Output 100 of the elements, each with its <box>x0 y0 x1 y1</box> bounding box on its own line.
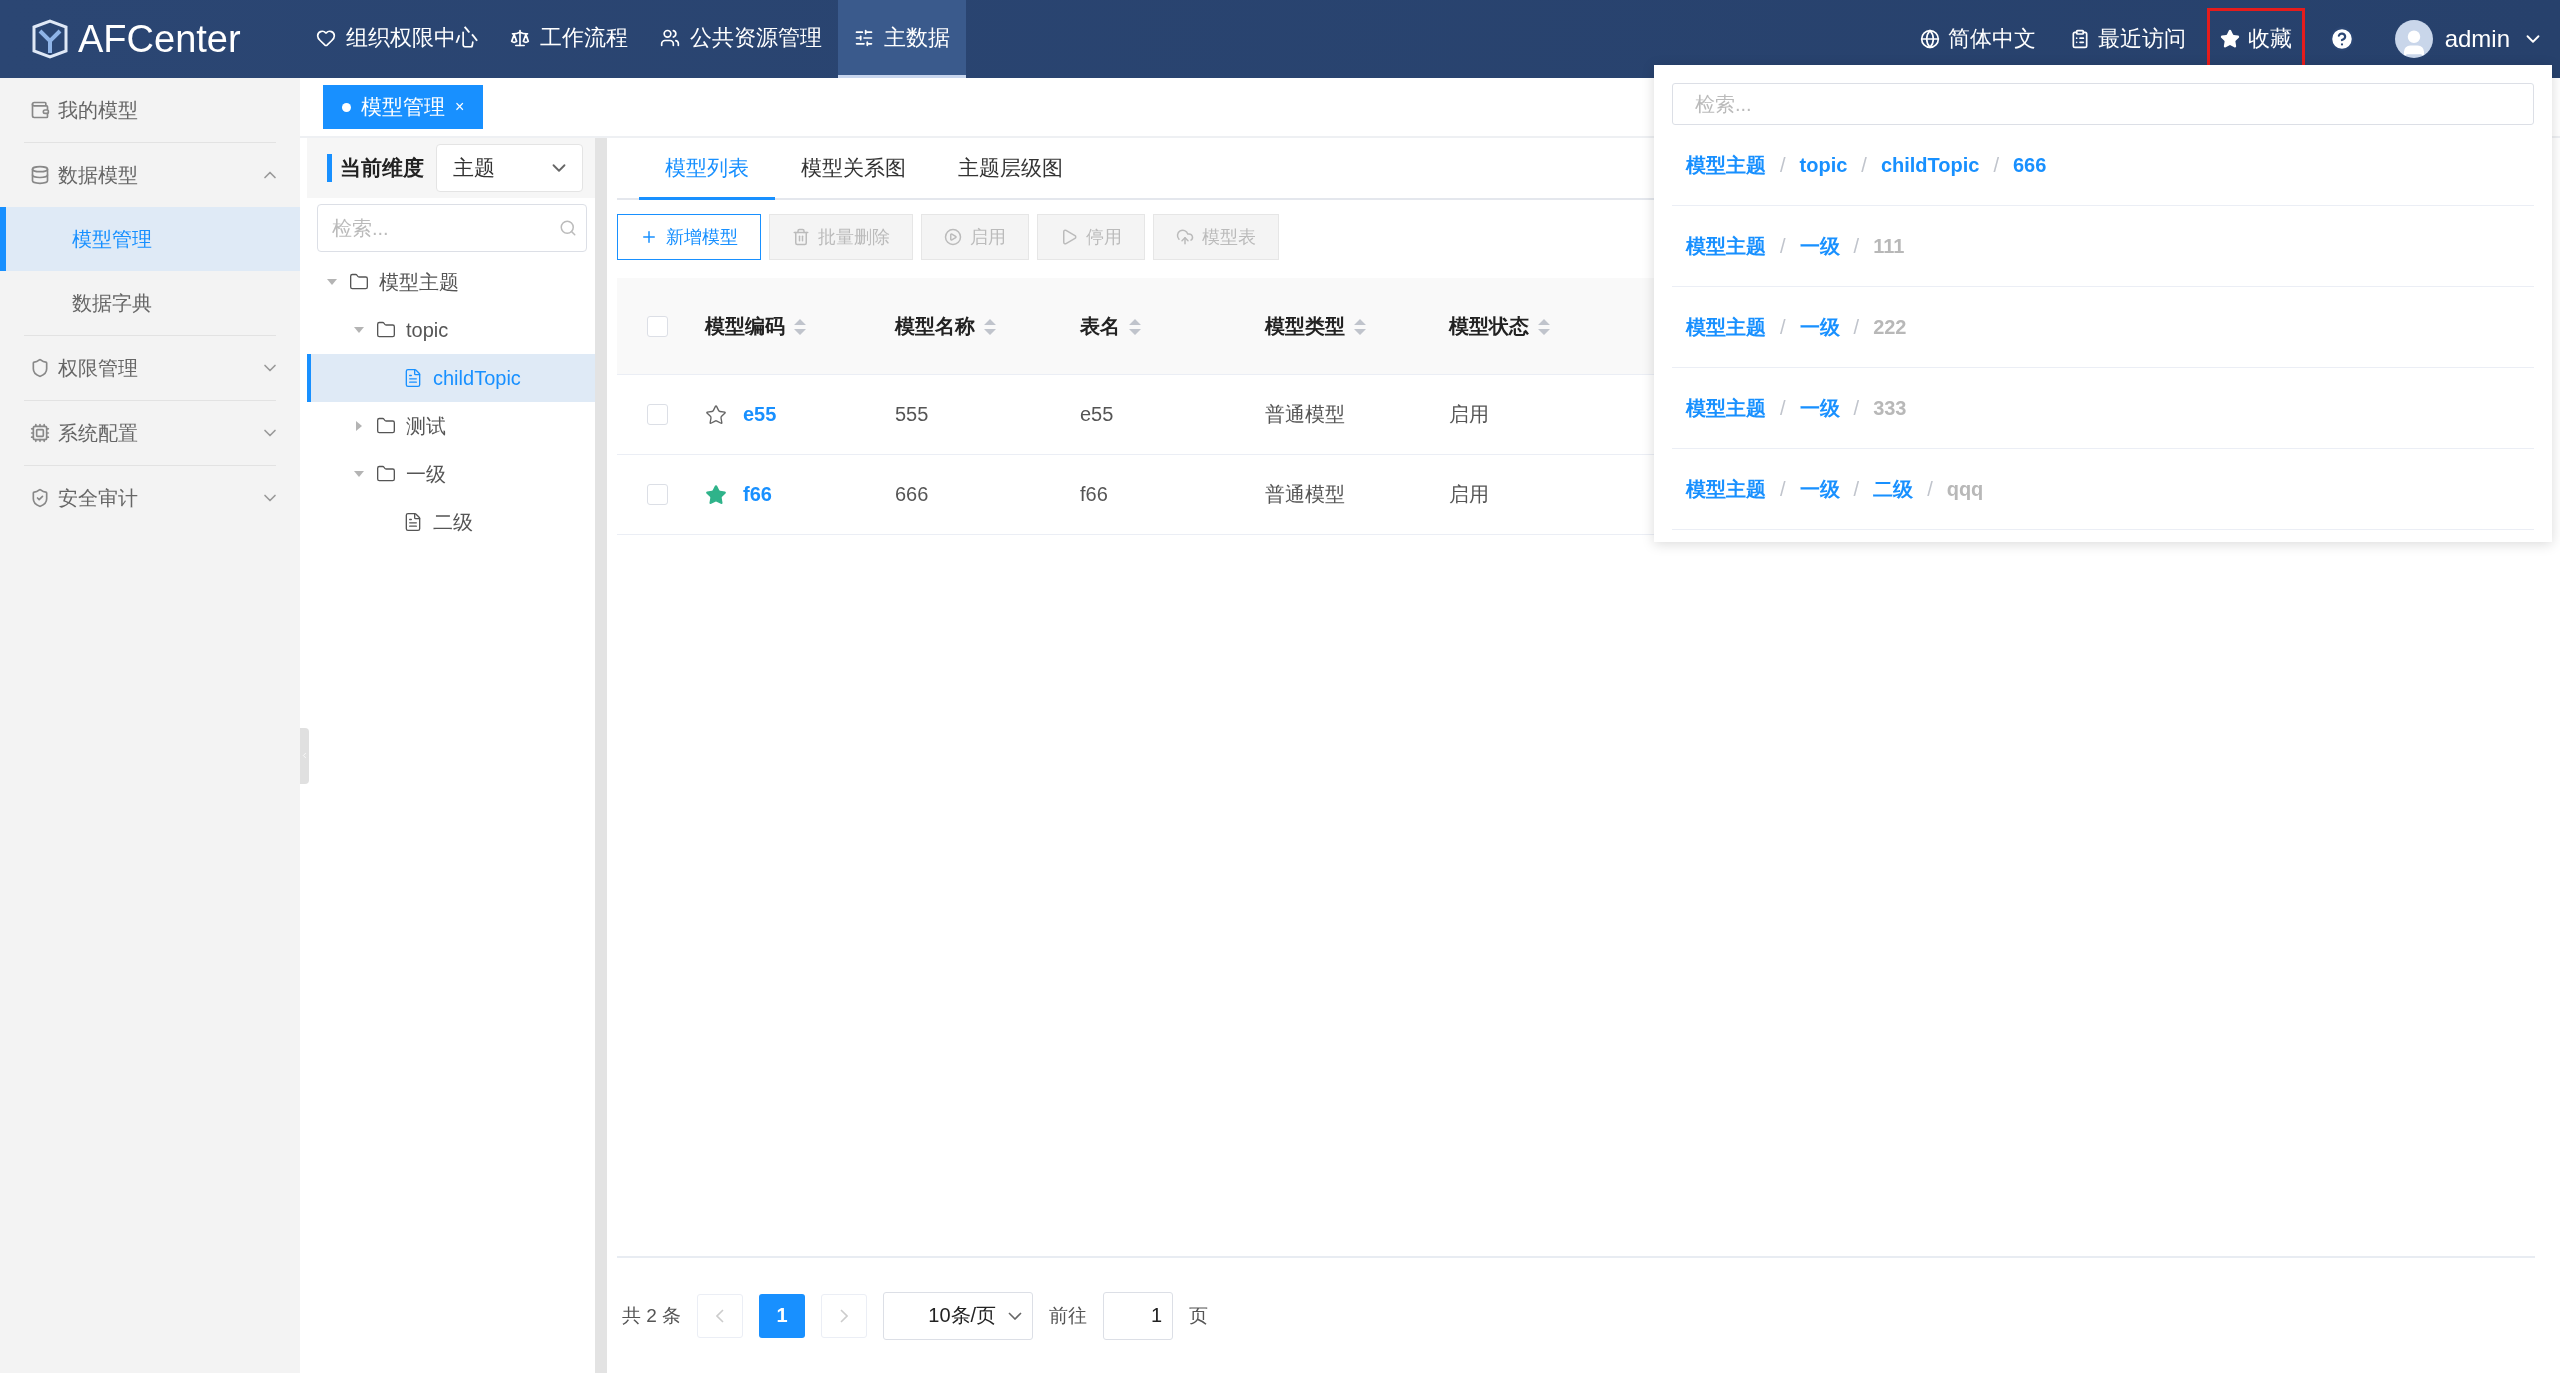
tree-node[interactable]: 模型主题 <box>307 258 595 306</box>
nav-tab[interactable]: 公共资源管理 <box>644 0 838 78</box>
folder-icon <box>349 272 369 292</box>
row-checkbox[interactable] <box>647 404 668 425</box>
sidebar-subitem[interactable]: 数据字典 <box>0 271 300 335</box>
total-count: 共 2 条 <box>622 1303 682 1328</box>
breadcrumb-separator: / <box>1852 477 1861 501</box>
sort-icon[interactable] <box>1353 316 1367 337</box>
dot-icon <box>342 102 351 112</box>
model-code-link[interactable]: f66 <box>743 483 772 506</box>
select-all-checkbox[interactable] <box>647 316 668 337</box>
sidebar-item[interactable]: 我的模型 <box>0 78 300 142</box>
star-icon[interactable] <box>705 483 727 506</box>
nav-tab[interactable]: 主数据 <box>838 0 966 78</box>
tree-node[interactable]: topic <box>307 306 595 354</box>
page-number[interactable]: 1 <box>759 1293 806 1338</box>
breadcrumb-link[interactable]: 二级 <box>1873 475 1914 503</box>
database-icon <box>30 165 50 185</box>
star-icon[interactable] <box>705 403 727 426</box>
cloud-upload-icon <box>1176 228 1194 246</box>
table-cell-text: e55 <box>1079 403 1115 426</box>
goto-page-field[interactable]: 1 <box>1103 1291 1174 1340</box>
view-tab[interactable]: 模型列表 <box>639 138 775 200</box>
tree-node[interactable]: 二级 <box>307 498 595 546</box>
breadcrumb-link[interactable]: topic <box>1799 153 1848 177</box>
view-tab[interactable]: 主题层级图 <box>932 138 1089 200</box>
app-logo-text: AFCenter <box>78 17 241 61</box>
breadcrumb-separator: / <box>1779 234 1787 258</box>
sort-icon[interactable] <box>983 316 997 337</box>
tree-node[interactable]: 一级 <box>307 450 595 498</box>
favorite-entry-link[interactable]: 111 <box>1873 234 1905 258</box>
sidebar-item[interactable]: 安全审计 <box>0 466 300 530</box>
model-code-link[interactable]: e55 <box>743 403 777 426</box>
chevron-down-icon <box>1008 1311 1023 1320</box>
dimension-select[interactable]: 主题 <box>436 144 583 192</box>
table-cell-text: 启用 <box>1448 482 1490 507</box>
users-icon <box>660 27 680 48</box>
sort-icon[interactable] <box>793 316 807 337</box>
tree-node[interactable]: childTopic <box>307 354 595 402</box>
column-header: 模型状态 <box>1449 314 1529 339</box>
page-size-select[interactable]: 10条/页 <box>883 1291 1034 1340</box>
breadcrumb-link[interactable]: 模型主题 <box>1686 394 1766 422</box>
breadcrumb-separator: / <box>1779 315 1787 339</box>
shield-icon <box>30 358 50 378</box>
table-cell-text: 666 <box>894 483 930 506</box>
breadcrumb-link[interactable]: 一级 <box>1799 394 1840 422</box>
table-cell-text: 启用 <box>1448 402 1490 427</box>
breadcrumb-link[interactable]: childTopic <box>1880 153 1980 177</box>
user-menu[interactable]: admin <box>2394 0 2560 78</box>
sort-icon[interactable] <box>1537 316 1551 337</box>
sidebar-subitem[interactable]: 模型管理 <box>0 207 300 271</box>
plus-icon <box>640 228 658 246</box>
chip-icon <box>30 423 50 443</box>
breadcrumb-link[interactable]: 模型主题 <box>1686 313 1766 341</box>
favorite-entry-link[interactable]: 333 <box>1873 396 1907 420</box>
scale-icon <box>510 27 530 48</box>
column-header: 模型名称 <box>895 314 975 339</box>
chevron-left-icon <box>716 1308 725 1323</box>
breadcrumb-separator: / <box>1860 153 1868 177</box>
favorite-entry-link[interactable]: 222 <box>1873 315 1907 339</box>
page-tab[interactable]: 模型管理 × <box>323 85 484 129</box>
tree-search-field[interactable]: 检索... <box>317 204 587 252</box>
collapse-handle[interactable] <box>300 727 309 784</box>
header-link[interactable]: 简体中文 <box>1906 8 2049 70</box>
breadcrumb-link[interactable]: 模型主题 <box>1686 475 1766 503</box>
breadcrumb-separator: / <box>1852 234 1861 258</box>
help-icon[interactable] <box>2328 26 2355 52</box>
sidebar-item[interactable]: 数据模型 <box>0 143 300 207</box>
close-icon[interactable]: × <box>455 98 465 116</box>
header-link[interactable]: 最近访问 <box>2056 8 2199 70</box>
breadcrumb-link[interactable]: 一级 <box>1799 313 1840 341</box>
column-header: 表名 <box>1080 314 1120 339</box>
row-checkbox[interactable] <box>647 484 668 505</box>
sort-icon[interactable] <box>1128 316 1142 337</box>
star-icon <box>2219 29 2240 49</box>
avatar-icon <box>2394 20 2433 58</box>
column-header: 模型编码 <box>705 314 785 339</box>
table-cell-text: 普通模型 <box>1264 402 1346 427</box>
globe-icon <box>1919 29 1940 49</box>
breadcrumb-link[interactable]: 666 <box>2013 153 2047 177</box>
breadcrumb-separator: / <box>1926 477 1934 501</box>
document-icon <box>403 512 423 532</box>
breadcrumb-link[interactable]: 一级 <box>1799 475 1840 503</box>
favorites-search-field[interactable]: 检索... <box>1672 83 2534 125</box>
sidebar-item[interactable]: 系统配置 <box>0 401 300 465</box>
nav-tab[interactable]: 组织权限中心 <box>300 0 494 78</box>
tree-node[interactable]: 测试 <box>307 402 595 450</box>
dimension-label: 当前维度 <box>327 154 424 182</box>
view-tab[interactable]: 模型关系图 <box>775 138 932 200</box>
favorite-entry-link[interactable]: qqq <box>1946 477 1984 501</box>
nav-tab[interactable]: 工作流程 <box>494 0 644 78</box>
breadcrumb-link[interactable]: 一级 <box>1799 232 1840 260</box>
toolbar-button[interactable]: 新增模型 <box>617 214 761 260</box>
breadcrumb-separator: / <box>1779 396 1787 420</box>
sidebar-item[interactable]: 权限管理 <box>0 336 300 400</box>
breadcrumb-link[interactable]: 模型主题 <box>1686 151 1766 179</box>
folder-icon <box>376 320 396 340</box>
breadcrumb-separator: / <box>1852 396 1861 420</box>
breadcrumb-link[interactable]: 模型主题 <box>1686 232 1766 260</box>
play-icon <box>1060 228 1078 246</box>
